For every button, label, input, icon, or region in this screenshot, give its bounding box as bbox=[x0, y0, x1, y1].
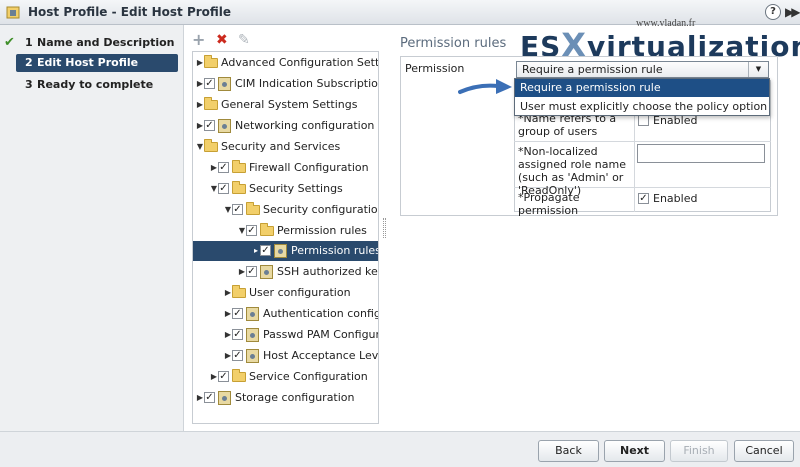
tree-checkbox[interactable]: ✓ bbox=[218, 183, 229, 194]
expand-arrow-icon[interactable]: ▶ bbox=[210, 158, 218, 178]
folder-icon bbox=[204, 55, 218, 68]
tree-checkbox[interactable]: ✓ bbox=[260, 245, 271, 256]
folder-icon bbox=[232, 369, 246, 382]
folder-icon bbox=[204, 97, 218, 110]
profile-component-icon bbox=[246, 349, 259, 363]
propagate-permission-checkbox[interactable]: ✓ bbox=[638, 193, 649, 204]
finish-button: Finish bbox=[670, 440, 728, 462]
expand-arrow-icon[interactable]: ▸ bbox=[252, 241, 260, 261]
expand-arrow-icon[interactable]: ▶ bbox=[196, 116, 204, 136]
step-number: 2 bbox=[25, 56, 33, 69]
tree-checkbox[interactable]: ✓ bbox=[232, 329, 243, 340]
tree-checkbox[interactable]: ✓ bbox=[232, 308, 243, 319]
site-watermark: www.vladan.fr ESXvirtualization bbox=[520, 18, 800, 64]
expand-arrow-icon[interactable]: ▶ bbox=[196, 74, 204, 94]
folder-icon bbox=[232, 285, 246, 298]
dropdown-option-require-permission-rule[interactable]: Require a permission rule bbox=[515, 79, 769, 97]
tree-checkbox[interactable]: ✓ bbox=[246, 266, 257, 277]
expand-arrow-icon[interactable]: ▶ bbox=[224, 283, 232, 303]
collapse-arrow-icon[interactable]: ▼ bbox=[196, 137, 204, 157]
folder-open-icon bbox=[232, 181, 246, 194]
step-number: 3 bbox=[25, 78, 33, 91]
role-name-input[interactable] bbox=[637, 144, 765, 163]
expand-arrow-icon[interactable]: ▶ bbox=[238, 262, 246, 282]
wizard-steps: ✔ 1 Name and Description 2 Edit Host Pro… bbox=[0, 25, 184, 431]
field-label-propagate-permission: *Propagate permission bbox=[518, 191, 580, 217]
panel-title: Permission rules bbox=[400, 36, 507, 51]
permission-select[interactable]: Require a permission rule ▼ bbox=[516, 61, 769, 78]
expand-arrow-icon[interactable]: ▶ bbox=[196, 95, 204, 115]
tree-checkbox[interactable]: ✓ bbox=[204, 120, 215, 131]
expand-arrow-icon[interactable]: ▶ bbox=[224, 346, 232, 366]
tree-checkbox[interactable]: ✓ bbox=[204, 392, 215, 403]
tree-checkbox[interactable]: ✓ bbox=[232, 350, 243, 361]
field-label-role-name: *Non-localized assigned role name (such … bbox=[518, 145, 626, 197]
profile-component-icon bbox=[218, 77, 231, 91]
profile-tree: ▶ Advanced Configuration Settings ▶ ✓ CI… bbox=[192, 51, 379, 424]
panel-splitter-handle[interactable] bbox=[383, 218, 386, 238]
next-button[interactable]: Next bbox=[604, 440, 665, 462]
add-icon[interactable]: + bbox=[192, 31, 205, 49]
expand-arrow-icon[interactable]: ▶ bbox=[224, 304, 232, 324]
tree-checkbox[interactable]: ✓ bbox=[246, 225, 257, 236]
permission-select-value: Require a permission rule bbox=[522, 63, 663, 76]
collapse-arrow-icon[interactable]: ▼ bbox=[238, 221, 246, 241]
arrow-pointer-icon bbox=[458, 79, 512, 94]
profile-component-icon bbox=[246, 328, 259, 342]
profile-component-icon bbox=[274, 244, 287, 258]
step-edit-host-profile[interactable]: 2 Edit Host Profile bbox=[16, 54, 178, 72]
tree-checkbox[interactable]: ✓ bbox=[218, 162, 229, 173]
checkmark-icon: ✔ bbox=[4, 35, 15, 50]
tree-checkbox[interactable]: ✓ bbox=[218, 371, 229, 382]
permission-label: Permission bbox=[405, 62, 465, 75]
step-label: Ready to complete bbox=[37, 78, 154, 91]
folder-open-icon bbox=[204, 139, 218, 152]
dropdown-option-user-must-choose[interactable]: User must explicitly choose the policy o… bbox=[515, 98, 769, 116]
tree-node-permission-rules-selected[interactable]: ▸ ✓ Permission rules bbox=[193, 241, 378, 261]
folder-open-icon bbox=[260, 223, 274, 236]
expand-arrow-icon[interactable]: ▶ bbox=[196, 53, 204, 73]
cancel-button[interactable]: Cancel bbox=[734, 440, 794, 462]
step-name-and-description[interactable]: ✔ 1 Name and Description bbox=[0, 34, 184, 52]
window-title: Host Profile - Edit Host Profile bbox=[28, 5, 232, 19]
host-profile-icon bbox=[6, 6, 20, 19]
step-number: 1 bbox=[25, 36, 33, 49]
wizard-footer: Back Next Finish Cancel bbox=[0, 431, 800, 467]
permission-dropdown-list: Require a permission rule User must expl… bbox=[514, 78, 770, 116]
step-ready-to-complete[interactable]: 3 Ready to complete bbox=[0, 76, 184, 94]
profile-component-icon bbox=[218, 119, 231, 133]
tree-checkbox[interactable]: ✓ bbox=[232, 204, 243, 215]
step-label: Edit Host Profile bbox=[37, 56, 139, 69]
profile-component-icon bbox=[246, 307, 259, 321]
folder-open-icon bbox=[246, 202, 260, 215]
back-button[interactable]: Back bbox=[538, 440, 599, 462]
name-refers-to-group-checkbox[interactable] bbox=[638, 115, 649, 126]
collapse-arrow-icon[interactable]: ▼ bbox=[224, 200, 232, 220]
tree-checkbox[interactable]: ✓ bbox=[204, 78, 215, 89]
step-label: Name and Description bbox=[37, 36, 175, 49]
remove-icon[interactable]: ✖ bbox=[216, 31, 228, 49]
edit-icon[interactable]: ✎ bbox=[238, 31, 250, 49]
collapse-arrow-icon[interactable]: ▼ bbox=[210, 179, 218, 199]
profile-component-icon bbox=[260, 265, 273, 279]
folder-icon bbox=[232, 160, 246, 173]
profile-component-icon bbox=[218, 391, 231, 405]
propagate-permission-value: Enabled bbox=[653, 192, 698, 205]
expand-arrow-icon[interactable]: ▶ bbox=[210, 367, 218, 387]
expand-arrow-icon[interactable]: ▶ bbox=[196, 388, 204, 408]
expand-arrow-icon[interactable]: ▶ bbox=[224, 325, 232, 345]
chevron-down-icon[interactable]: ▼ bbox=[748, 62, 768, 77]
